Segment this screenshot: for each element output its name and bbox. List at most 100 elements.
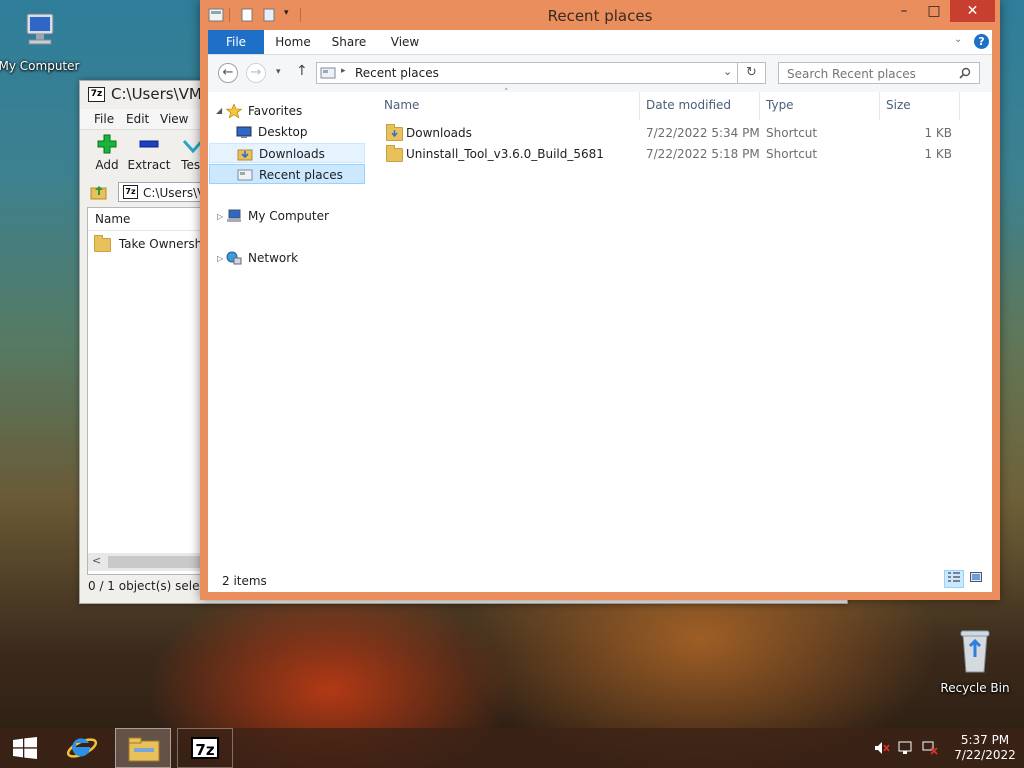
internet-explorer-taskbar-button[interactable] [54, 728, 110, 768]
internet-explorer-icon [66, 738, 98, 758]
folder-icon [386, 144, 403, 164]
recent-places-icon [237, 169, 253, 181]
extract-label: Extract [127, 158, 171, 172]
address-bar[interactable]: ▸ Recent places ⌄ [316, 62, 738, 84]
seven-zip-app-icon: 7z [88, 86, 105, 102]
windows-logo-icon [13, 737, 37, 759]
sidebar-label-downloads: Downloads [259, 147, 325, 161]
sidebar-label-favorites: Favorites [248, 104, 303, 118]
tab-home[interactable]: Home [270, 30, 316, 54]
my-computer-desktop-label: My Computer [0, 59, 80, 73]
sidebar-item-favorites[interactable]: Favorites [224, 101, 380, 121]
back-button[interactable]: ← [218, 63, 238, 83]
maximize-button[interactable]: □ [920, 0, 948, 22]
search-box[interactable] [778, 62, 980, 84]
clock[interactable]: 5:37 PM 7/22/2022 [948, 733, 1022, 763]
explorer-content: ◢ Favorites Desktop Downloads Recent pla… [208, 88, 992, 592]
search-input[interactable] [785, 64, 959, 84]
sidebar-item-network[interactable]: Network [224, 248, 380, 268]
file-size: 1 KB [924, 126, 952, 140]
add-button[interactable]: Add [85, 133, 129, 172]
file-explorer-taskbar-button[interactable] [115, 728, 171, 768]
extract-button[interactable]: Extract [127, 133, 171, 172]
explorer-window[interactable]: ▾ Recent places – □ ✕ File Home Share Vi… [200, 0, 1000, 600]
breadcrumb-recent-places[interactable]: Recent places [355, 66, 439, 80]
clock-time: 5:37 PM [960, 733, 1010, 747]
seven-zip-titlebar[interactable]: 7z C:\Users\VM4 [88, 85, 211, 103]
sidebar-item-recent-places[interactable]: Recent places [209, 164, 365, 184]
column-header-size[interactable]: Size [880, 92, 960, 120]
favorites-collapse-icon[interactable]: ◢ [216, 106, 222, 115]
details-view-button[interactable] [944, 570, 964, 588]
seven-zip-menu-edit[interactable]: Edit [126, 112, 149, 126]
seven-zip-menu-view[interactable]: View [160, 112, 188, 126]
recycle-bin-desktop-label: Recycle Bin [940, 681, 1010, 695]
recent-locations-chevron-icon[interactable]: ▾ [276, 67, 281, 77]
recycle-bin-icon [960, 630, 990, 673]
seven-zip-menu-file[interactable]: File [94, 112, 114, 126]
shortcut-folder-icon [386, 123, 403, 143]
sidebar-label-my-computer: My Computer [248, 209, 329, 223]
folder-icon [94, 234, 111, 252]
ribbon-tabs: File Home Share View ⌄ ? [208, 30, 992, 55]
expand-ribbon-chevron-icon[interactable]: ⌄ [954, 34, 962, 45]
large-icons-view-icon [970, 572, 982, 582]
sidebar-item-desktop[interactable]: Desktop [234, 122, 364, 142]
up-arrow-icon[interactable]: ↑ [296, 63, 308, 79]
explorer-status-bar: 2 items [208, 568, 992, 592]
file-name: Uninstall_Tool_v3.6.0_Build_5681 [406, 147, 604, 161]
file-row[interactable]: Uninstall_Tool_v3.6.0_Build_5681 7/22/20… [384, 144, 984, 164]
taskbar: 7z 5:37 PM 7/22/2022 [0, 728, 1024, 768]
seven-zip-column-name[interactable]: Name [95, 212, 130, 226]
column-header-name[interactable]: Name [378, 92, 640, 120]
tab-view[interactable]: View [382, 30, 428, 54]
network-expand-icon[interactable]: ▷ [217, 254, 223, 263]
seven-zip-taskbar-button[interactable]: 7z [177, 728, 233, 768]
start-button[interactable] [0, 728, 50, 768]
tab-file[interactable]: File [208, 30, 264, 54]
item-count: 2 items [222, 574, 267, 588]
close-button[interactable]: ✕ [950, 0, 995, 22]
address-dropdown-chevron-icon[interactable]: ⌄ [723, 65, 732, 78]
details-view-icon [948, 572, 960, 582]
forward-button[interactable]: → [246, 63, 266, 83]
help-icon[interactable]: ? [974, 34, 989, 49]
seven-zip-status-text: 0 / 1 object(s) selecte [88, 579, 219, 593]
refresh-button[interactable]: ↻ [738, 62, 766, 84]
file-date: 7/22/2022 5:18 PM [646, 147, 760, 161]
file-explorer-icon [128, 737, 160, 762]
recycle-bin-desktop-icon[interactable]: Recycle Bin [932, 628, 1018, 695]
sidebar-label-desktop: Desktop [258, 125, 308, 139]
sidebar-item-my-computer[interactable]: My Computer [224, 206, 380, 226]
my-computer-desktop-icon[interactable]: My Computer [0, 10, 82, 73]
file-row[interactable]: Downloads 7/22/2022 5:34 PM Shortcut 1 K… [384, 123, 984, 143]
volume-muted-icon[interactable] [874, 741, 890, 755]
search-icon[interactable] [959, 67, 971, 79]
navigation-bar: ← → ▾ ↑ ▸ Recent places ⌄ ↻ [208, 55, 992, 92]
computer-icon [227, 209, 241, 222]
minimize-button[interactable]: – [890, 0, 918, 22]
explorer-titlebar[interactable]: ▾ Recent places – □ ✕ [200, 0, 1000, 30]
star-icon [226, 104, 242, 118]
sidebar-label-recent-places: Recent places [259, 168, 343, 182]
folder-up-icon[interactable] [90, 183, 108, 201]
add-label: Add [95, 158, 119, 172]
network-disconnected-icon[interactable] [922, 741, 938, 755]
my-computer-expand-icon[interactable]: ▷ [217, 212, 223, 221]
seven-zip-horizontal-scrollbar[interactable]: < [88, 553, 208, 571]
large-icons-view-button[interactable] [966, 570, 986, 588]
file-date: 7/22/2022 5:34 PM [646, 126, 760, 140]
scrollbar-thumb[interactable] [108, 556, 204, 568]
column-header-date[interactable]: Date modified [640, 92, 760, 120]
desktop-icon [236, 126, 252, 138]
downloads-folder-icon [237, 149, 253, 161]
minus-icon [139, 140, 159, 148]
file-type: Shortcut [766, 147, 818, 161]
seven-zip-taskbar-icon: 7z [191, 737, 219, 759]
column-header-type[interactable]: Type [760, 92, 880, 120]
scroll-left-icon[interactable]: < [92, 554, 101, 567]
breadcrumb-separator-icon[interactable]: ▸ [341, 66, 346, 76]
tab-share[interactable]: Share [326, 30, 372, 54]
sidebar-item-downloads[interactable]: Downloads [209, 143, 365, 163]
action-center-icon[interactable] [898, 741, 914, 755]
